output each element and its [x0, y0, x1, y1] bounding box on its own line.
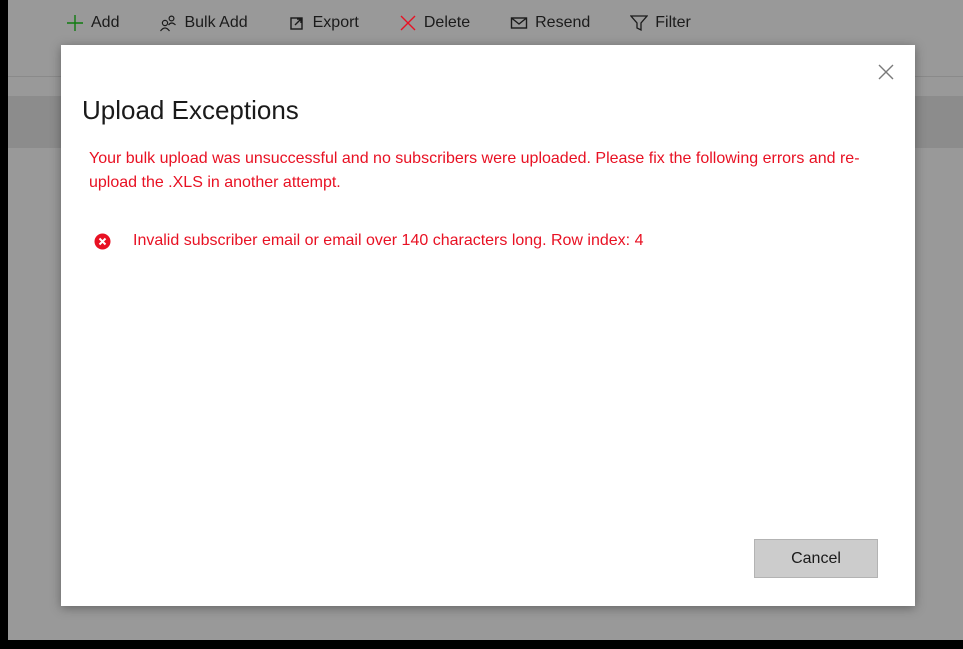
resend-button[interactable]: Resend: [510, 14, 590, 32]
app-window: Add Bulk Add Export Delete Resend Filter…: [8, 0, 963, 640]
toolbar: Add Bulk Add Export Delete Resend Filter: [8, 0, 963, 45]
error-circle-icon: [94, 233, 111, 249]
dialog-message: Your bulk upload was unsuccessful and no…: [89, 150, 860, 191]
bulk-add-button[interactable]: Bulk Add: [159, 13, 248, 32]
bulk-add-label: Bulk Add: [184, 13, 248, 31]
delete-button[interactable]: Delete: [399, 14, 470, 32]
export-button[interactable]: Export: [288, 14, 359, 32]
error-list-item: Invalid subscriber email or email over 1…: [94, 232, 643, 250]
error-text: Invalid subscriber email or email over 1…: [133, 232, 644, 249]
filter-icon: [630, 14, 649, 31]
x-icon: [400, 15, 416, 30]
people-icon: [160, 14, 177, 31]
plus-icon: [67, 14, 83, 31]
add-label: Add: [91, 13, 120, 31]
delete-label: Delete: [423, 13, 471, 31]
upload-exceptions-dialog: Upload Exceptions Your bulk upload was u…: [61, 45, 915, 606]
export-icon: [289, 16, 303, 30]
cancel-button[interactable]: Cancel: [754, 539, 878, 578]
dialog-title: Upload Exceptions: [82, 95, 299, 125]
add-button[interactable]: Add: [66, 14, 119, 32]
filter-button[interactable]: Filter: [630, 14, 691, 32]
close-icon[interactable]: [875, 61, 897, 83]
export-label: Export: [312, 13, 359, 31]
resend-label: Resend: [535, 13, 591, 31]
filter-label: Filter: [655, 13, 691, 31]
mail-icon: [510, 16, 528, 29]
